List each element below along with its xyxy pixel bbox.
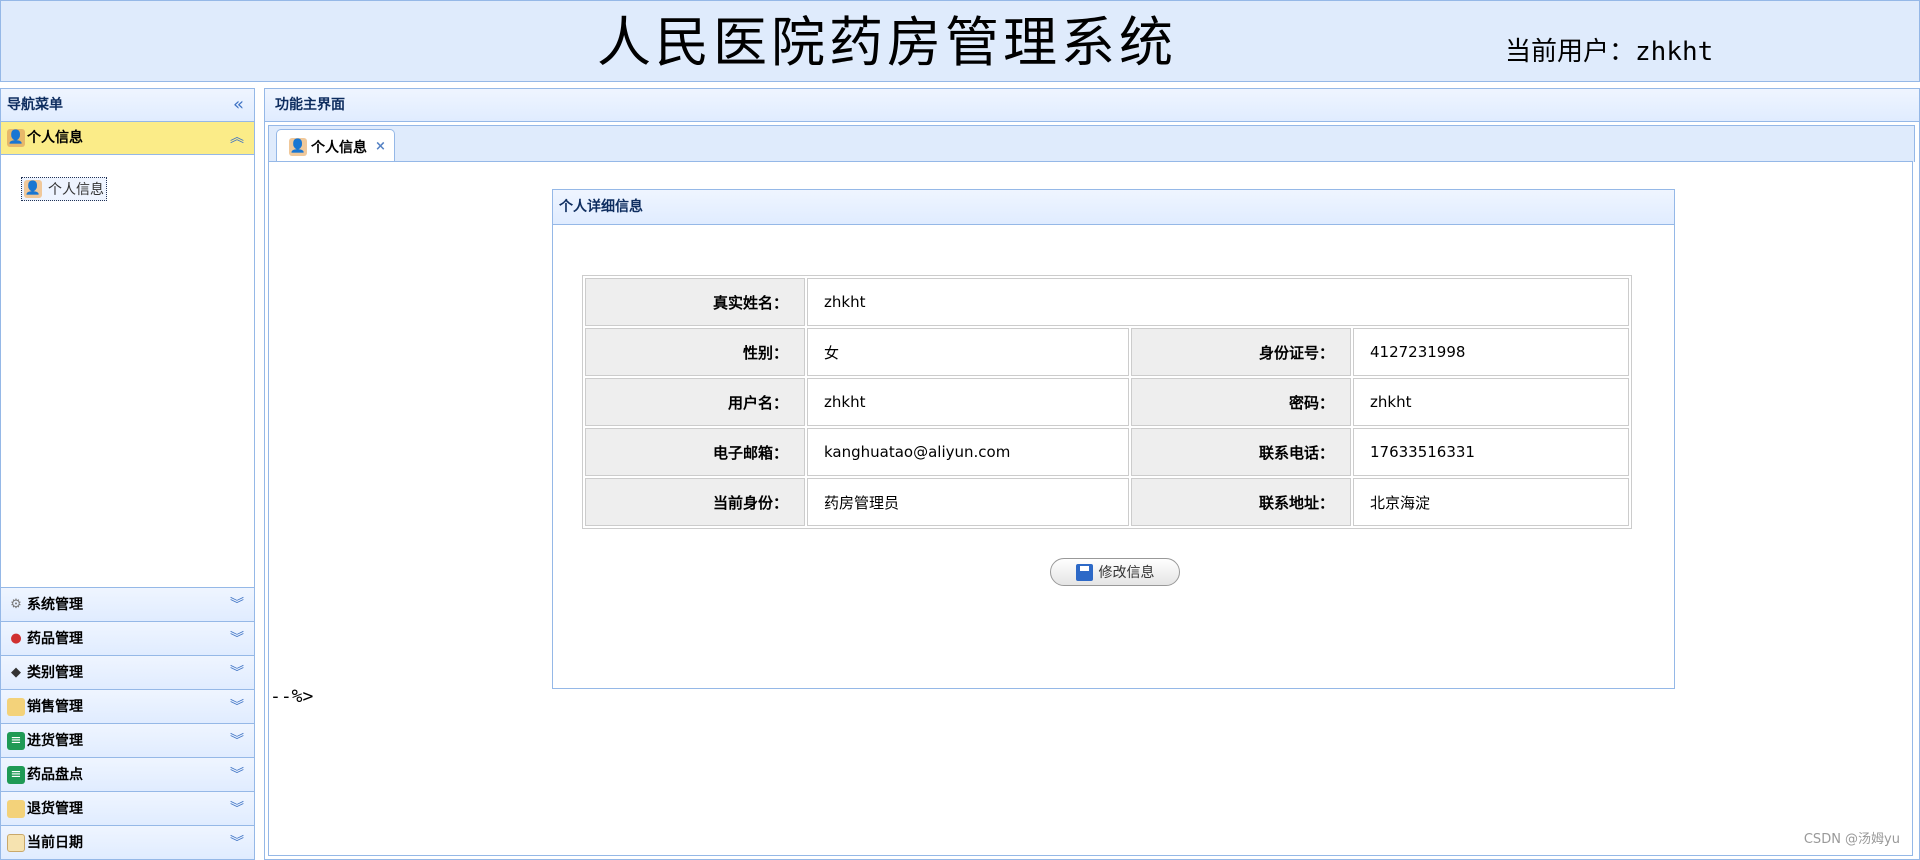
watermark: CSDN @汤姆yu xyxy=(1803,832,1900,847)
app-header: 人民医院药房管理系统 当前用户：zhkht xyxy=(0,0,1920,82)
chevron-down-icon[interactable]: ︾ xyxy=(230,826,244,860)
nav-section-purchase[interactable]: ≡ 进货管理 ︾ xyxy=(1,723,254,757)
tab-label: 个人信息 xyxy=(311,139,367,156)
detail-panel-title: 个人详细信息 xyxy=(553,190,1674,225)
table-row: 真实姓名： zhkht xyxy=(585,278,1629,326)
field-label: 真实姓名： xyxy=(585,278,805,326)
personal-detail-panel: 个人详细信息 真实姓名： zhkht 性别： 女 身份证号： 412723199… xyxy=(552,189,1675,689)
field-label: 联系地址： xyxy=(1131,478,1351,526)
user-group-icon: 👤 xyxy=(7,129,25,147)
tabs-bar: 👤 个人信息 × xyxy=(268,125,1915,163)
field-label: 电子邮箱： xyxy=(585,428,805,476)
field-label: 联系电话： xyxy=(1131,428,1351,476)
current-user: 当前用户：zhkht xyxy=(1505,31,1713,68)
field-value: 4127231998 xyxy=(1353,328,1629,376)
nav-section-label: 进货管理 xyxy=(27,732,83,749)
list-icon: ≡ xyxy=(7,731,25,750)
save-icon xyxy=(1075,563,1093,581)
tag-icon: ◆ xyxy=(11,664,21,680)
field-label: 身份证号： xyxy=(1131,328,1351,376)
personal-info-table: 真实姓名： zhkht 性别： 女 身份证号： 4127231998 用户名： … xyxy=(582,275,1632,529)
calendar-icon xyxy=(7,833,25,852)
current-user-name: zhkht xyxy=(1635,37,1714,67)
field-value: 药房管理员 xyxy=(807,478,1129,526)
nav-section-label: 个人信息 xyxy=(27,130,83,146)
edit-info-button[interactable]: 修改信息 xyxy=(1050,558,1180,586)
nav-title: 导航菜单 xyxy=(7,97,63,113)
field-value: 北京海淀 xyxy=(1353,478,1629,526)
nav-title-bar: 导航菜单 « xyxy=(1,89,254,122)
field-label: 用户名： xyxy=(585,378,805,426)
chevron-down-icon[interactable]: ︾ xyxy=(230,690,244,724)
nav-item-personal-info[interactable]: 👤 个人信息 xyxy=(21,177,107,201)
nav-sections: ⚙ 系统管理 ︾ ● 药品管理 ︾ ◆ 类别管理 ︾ 销售管理 ︾ ≡ 进货管理… xyxy=(1,587,254,859)
field-label: 当前身份： xyxy=(585,478,805,526)
nav-section-label: 当前日期 xyxy=(27,834,83,851)
tab-content: 个人详细信息 真实姓名： zhkht 性别： 女 身份证号： 412723199… xyxy=(268,161,1913,856)
app-title: 人民医院药房管理系统 xyxy=(597,11,1177,74)
nav-section-system[interactable]: ⚙ 系统管理 ︾ xyxy=(1,587,254,621)
close-icon[interactable]: × xyxy=(375,139,386,154)
field-label: 密码： xyxy=(1131,378,1351,426)
nav-section-sales[interactable]: 销售管理 ︾ xyxy=(1,689,254,723)
chevron-down-icon[interactable]: ︾ xyxy=(230,622,244,656)
chevron-down-icon[interactable]: ︾ xyxy=(230,656,244,690)
folder-icon xyxy=(7,799,25,818)
field-value: kanghuatao@aliyun.com xyxy=(807,428,1129,476)
current-user-label: 当前用户： xyxy=(1505,37,1636,67)
user-icon: 👤 xyxy=(24,180,42,198)
field-value: zhkht xyxy=(1353,378,1629,426)
nav-section-label: 药品管理 xyxy=(27,630,83,647)
field-value: zhkht xyxy=(807,378,1129,426)
table-row: 当前身份： 药房管理员 联系地址： 北京海淀 xyxy=(585,478,1629,526)
tab-personal-info[interactable]: 👤 个人信息 × xyxy=(276,129,395,163)
nav-section-label: 退货管理 xyxy=(27,800,83,817)
chevron-down-icon[interactable]: ︾ xyxy=(230,792,244,826)
nav-section-drug[interactable]: ● 药品管理 ︾ xyxy=(1,621,254,655)
chevron-down-icon[interactable]: ︾ xyxy=(230,758,244,792)
user-icon: 👤 xyxy=(289,137,307,156)
nav-section-label: 系统管理 xyxy=(27,596,83,613)
nav-section-inventory[interactable]: ≡ 药品盘点 ︾ xyxy=(1,757,254,791)
field-value: 17633516331 xyxy=(1353,428,1629,476)
nav-section-personal-info[interactable]: 👤 个人信息 ︽ xyxy=(1,122,254,155)
nav-section-return[interactable]: 退货管理 ︾ xyxy=(1,791,254,825)
chevron-down-icon[interactable]: ︾ xyxy=(230,724,244,758)
field-label: 性别： xyxy=(585,328,805,376)
field-value: 女 xyxy=(807,328,1129,376)
edit-info-label: 修改信息 xyxy=(1098,565,1155,581)
nav-section-body: 👤 个人信息 xyxy=(1,155,254,592)
field-value: zhkht xyxy=(807,278,1629,326)
folder-icon xyxy=(7,697,25,716)
chevron-up-icon[interactable]: ︽ xyxy=(230,122,244,154)
nav-section-date[interactable]: 当前日期 ︾ xyxy=(1,825,254,859)
chevron-down-icon[interactable]: ︾ xyxy=(230,588,244,622)
main-title-bar: 功能主界面 xyxy=(265,89,1919,122)
list-icon: ≡ xyxy=(7,765,25,784)
main-title: 功能主界面 xyxy=(275,97,345,113)
main-panel: 功能主界面 👤 个人信息 × 个人详细信息 真实姓名： zhkht 性别： 女 … xyxy=(264,88,1920,860)
nav-item-label: 个人信息 xyxy=(48,182,104,198)
nav-section-label: 类别管理 xyxy=(27,664,83,681)
navigation-panel: 导航菜单 « 👤 个人信息 ︽ 👤 个人信息 ⚙ 系统管理 ︾ ● 药品管理 ︾… xyxy=(0,88,255,860)
double-chevron-left-icon[interactable]: « xyxy=(233,89,244,121)
gear-icon: ⚙ xyxy=(10,596,22,612)
table-row: 用户名： zhkht 密码： zhkht xyxy=(585,378,1629,426)
nav-section-label: 销售管理 xyxy=(27,698,83,715)
table-row: 性别： 女 身份证号： 4127231998 xyxy=(585,328,1629,376)
table-row: 电子邮箱： kanghuatao@aliyun.com 联系电话： 176335… xyxy=(585,428,1629,476)
pill-icon: ● xyxy=(10,630,22,646)
nav-section-category[interactable]: ◆ 类别管理 ︾ xyxy=(1,655,254,689)
nav-section-label: 药品盘点 xyxy=(27,766,83,783)
stray-text: --%> xyxy=(270,686,314,707)
